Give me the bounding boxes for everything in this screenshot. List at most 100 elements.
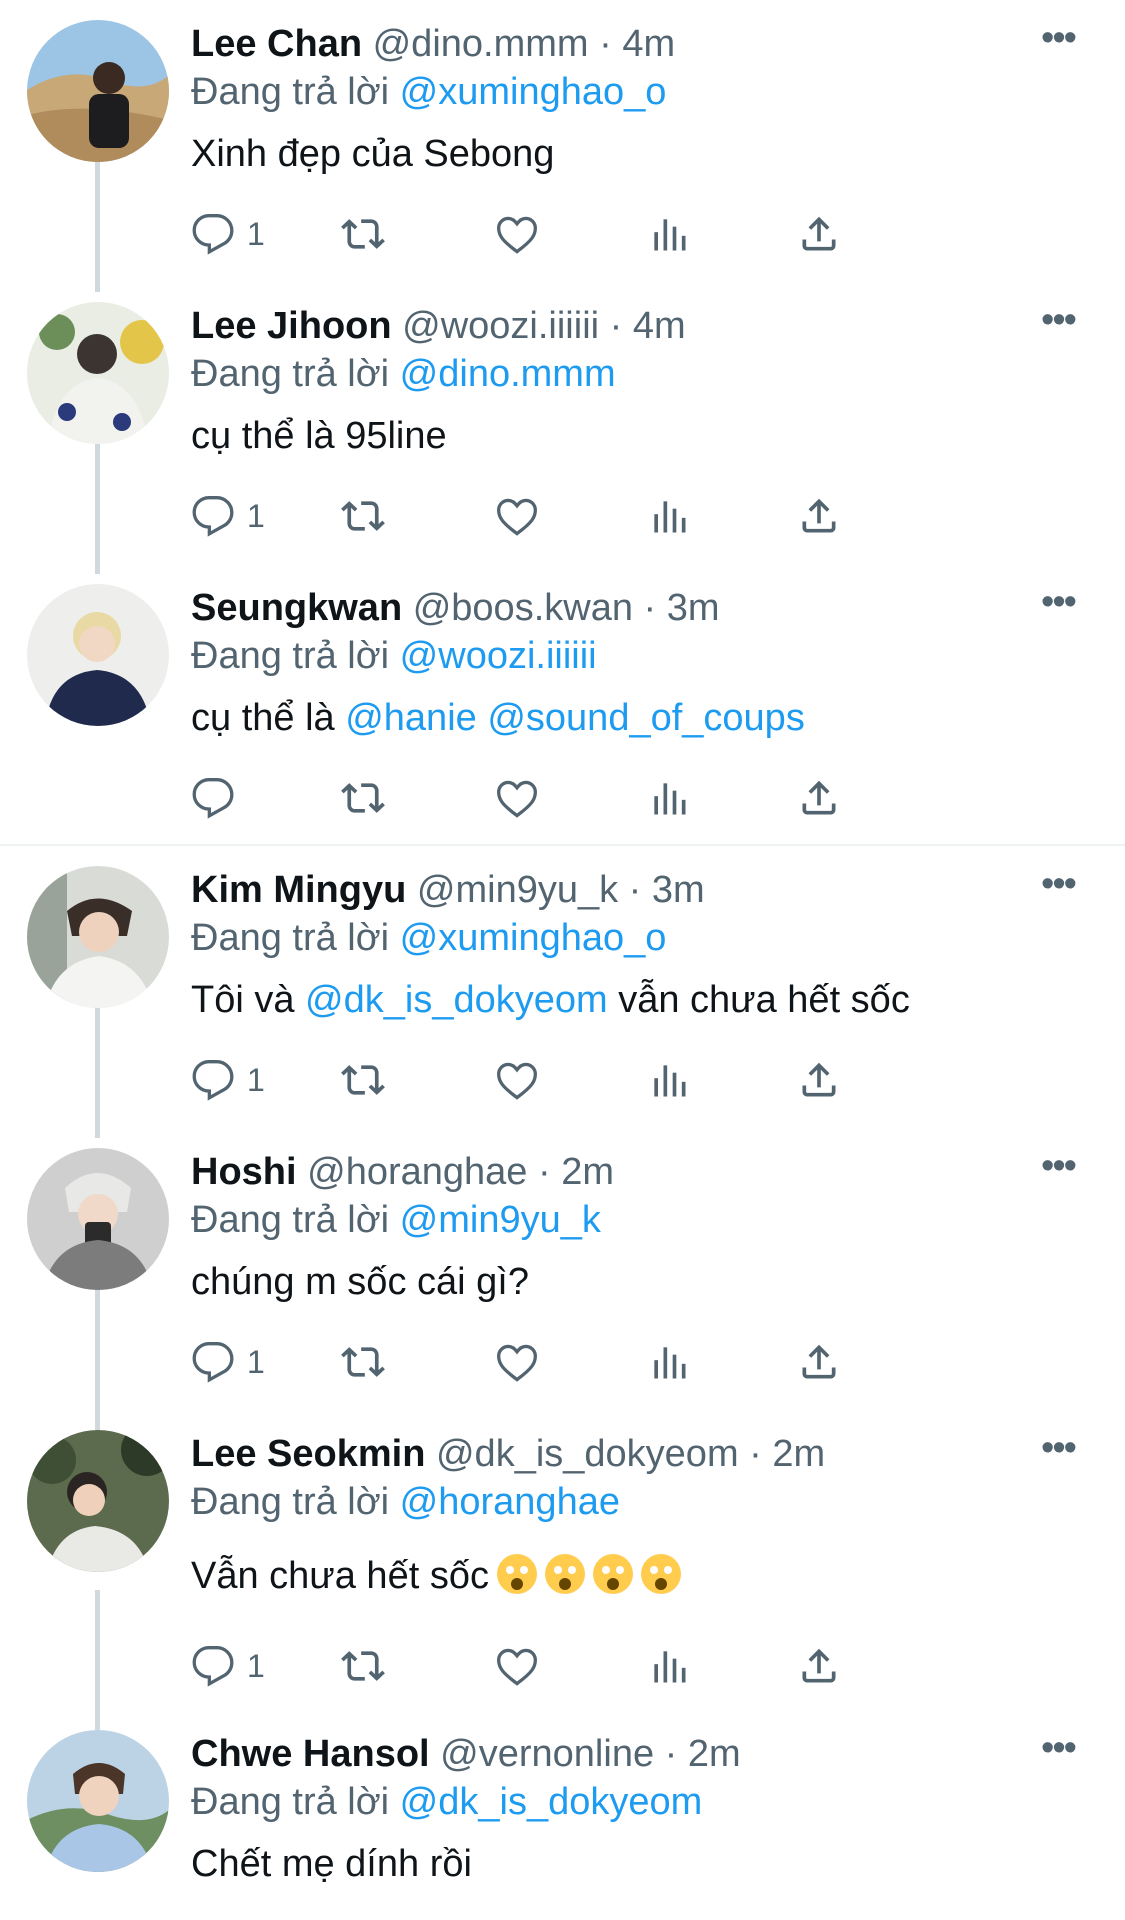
display-name[interactable]: Lee Jihoon [191,305,392,347]
username[interactable]: @horanghae [307,1151,527,1193]
like-button[interactable] [495,1336,539,1388]
like-button[interactable] [495,1640,539,1692]
avatar[interactable] [27,1148,169,1290]
display-name[interactable]: Seungkwan [191,587,402,629]
timestamp[interactable]: 2m [561,1151,614,1193]
scream-emoji-icon [592,1554,633,1594]
views-button[interactable] [647,1336,691,1388]
avatar[interactable] [27,866,169,1008]
avatar[interactable] [27,1730,169,1872]
retweet-icon [341,1065,385,1095]
timestamp[interactable]: 3m [667,587,720,629]
replying-to-mention[interactable]: @horanghae [400,1481,620,1523]
retweet-button[interactable] [341,1640,385,1692]
display-name[interactable]: Lee Chan [191,23,362,65]
share-icon [802,1344,836,1379]
retweet-button[interactable] [341,772,385,824]
timestamp[interactable]: 4m [622,23,675,65]
reply-button[interactable]: 1 [191,1054,265,1106]
display-name[interactable]: Lee Seokmin [191,1433,425,1475]
username[interactable]: @boos.kwan [413,587,633,629]
tweet[interactable]: Lee Jihoon @woozi.iiiiii · 4m ••• Đang t… [0,282,1125,564]
like-button[interactable] [495,208,539,260]
timestamp[interactable]: 3m [652,869,705,911]
reply-button[interactable] [191,772,235,824]
share-button[interactable] [797,1640,841,1692]
views-button[interactable] [647,490,691,542]
views-icon [654,501,686,533]
like-button[interactable] [495,1054,539,1106]
replying-to-mention[interactable]: @xuminghao_o [400,71,667,113]
tweet[interactable]: Kim Mingyu @min9yu_k · 3m ••• Đang trả l… [0,846,1125,1128]
more-icon[interactable]: ••• [1037,583,1079,632]
share-button[interactable] [797,490,841,542]
share-icon [802,780,836,815]
tweet[interactable]: Lee Seokmin @dk_is_dokyeom · 2m ••• Đang… [0,1410,1125,1710]
reply-icon [192,1342,234,1383]
display-name[interactable]: Chwe Hansol [191,1733,430,1775]
share-button[interactable] [797,1054,841,1106]
reply-button[interactable]: 1 [191,490,265,542]
username[interactable]: @min9yu_k [417,869,618,911]
more-icon[interactable]: ••• [1037,1147,1079,1196]
replying-to-mention[interactable]: @xuminghao_o [400,917,667,959]
replying-to: Đang trả lời @dk_is_dokyeom [191,1776,702,1828]
share-button[interactable] [797,208,841,260]
timestamp[interactable]: 4m [633,305,686,347]
timestamp[interactable]: 2m [772,1433,825,1475]
separator: · [664,1733,678,1775]
reply-count: 1 [247,497,265,534]
tweet[interactable]: Hoshi @horanghae · 2m ••• Đang trả lời @… [0,1128,1125,1410]
retweet-button[interactable] [341,1336,385,1388]
username[interactable]: @dino.mmm [373,23,589,65]
replying-to-mention[interactable]: @dk_is_dokyeom [400,1781,703,1823]
more-icon[interactable]: ••• [1037,301,1079,350]
replying-to-label: Đang trả lời [191,1781,390,1823]
avatar[interactable] [27,584,169,726]
replying-to-mention[interactable]: @dino.mmm [400,353,616,395]
more-icon[interactable]: ••• [1037,1729,1079,1778]
username[interactable]: @dk_is_dokyeom [436,1433,739,1475]
mention-link[interactable]: @hanie [345,697,477,739]
username[interactable]: @woozi.iiiiii [402,305,599,347]
retweet-button[interactable] [341,490,385,542]
display-name[interactable]: Kim Mingyu [191,869,406,911]
replying-to-mention[interactable]: @woozi.iiiiii [400,635,597,677]
views-icon [654,1347,686,1379]
tweet[interactable]: Lee Chan @dino.mmm · 4m ••• Đang trả lời… [0,0,1125,282]
share-icon [802,216,836,251]
retweet-button[interactable] [341,1054,385,1106]
tweet[interactable]: Chwe Hansol @vernonline · 2m ••• Đang tr… [0,1710,1125,1920]
replying-to-label: Đang trả lời [191,353,390,395]
views-button[interactable] [647,1054,691,1106]
more-icon[interactable]: ••• [1037,1429,1079,1478]
reply-button[interactable]: 1 [191,208,265,260]
retweet-button[interactable] [341,208,385,260]
display-name[interactable]: Hoshi [191,1151,297,1193]
like-button[interactable] [495,490,539,542]
reply-button[interactable]: 1 [191,1336,265,1388]
tweet-text-part: Tôi và [191,979,306,1021]
views-button[interactable] [647,1640,691,1692]
reply-button[interactable]: 1 [191,1640,265,1692]
tweet[interactable]: Seungkwan @boos.kwan · 3m ••• Đang trả l… [0,564,1125,846]
avatar[interactable] [27,20,169,162]
views-button[interactable] [647,772,691,824]
share-button[interactable] [797,1336,841,1388]
more-icon[interactable]: ••• [1037,19,1079,68]
tweet-header: Seungkwan @boos.kwan · 3m [191,582,1035,634]
avatar[interactable] [27,302,169,444]
username[interactable]: @vernonline [440,1733,654,1775]
timestamp[interactable]: 2m [688,1733,741,1775]
more-icon[interactable]: ••• [1037,865,1079,914]
share-button[interactable] [797,772,841,824]
replying-to-mention[interactable]: @min9yu_k [400,1199,601,1241]
retweet-icon [341,1347,385,1377]
mention-link[interactable]: @sound_of_coups [487,697,804,739]
like-button[interactable] [495,772,539,824]
avatar[interactable] [27,1430,169,1572]
mention-link[interactable]: @dk_is_dokyeom [305,979,608,1021]
replying-to-label: Đang trả lời [191,635,390,677]
views-button[interactable] [647,208,691,260]
tweet-text: chúng m sốc cái gì? [191,1261,529,1303]
